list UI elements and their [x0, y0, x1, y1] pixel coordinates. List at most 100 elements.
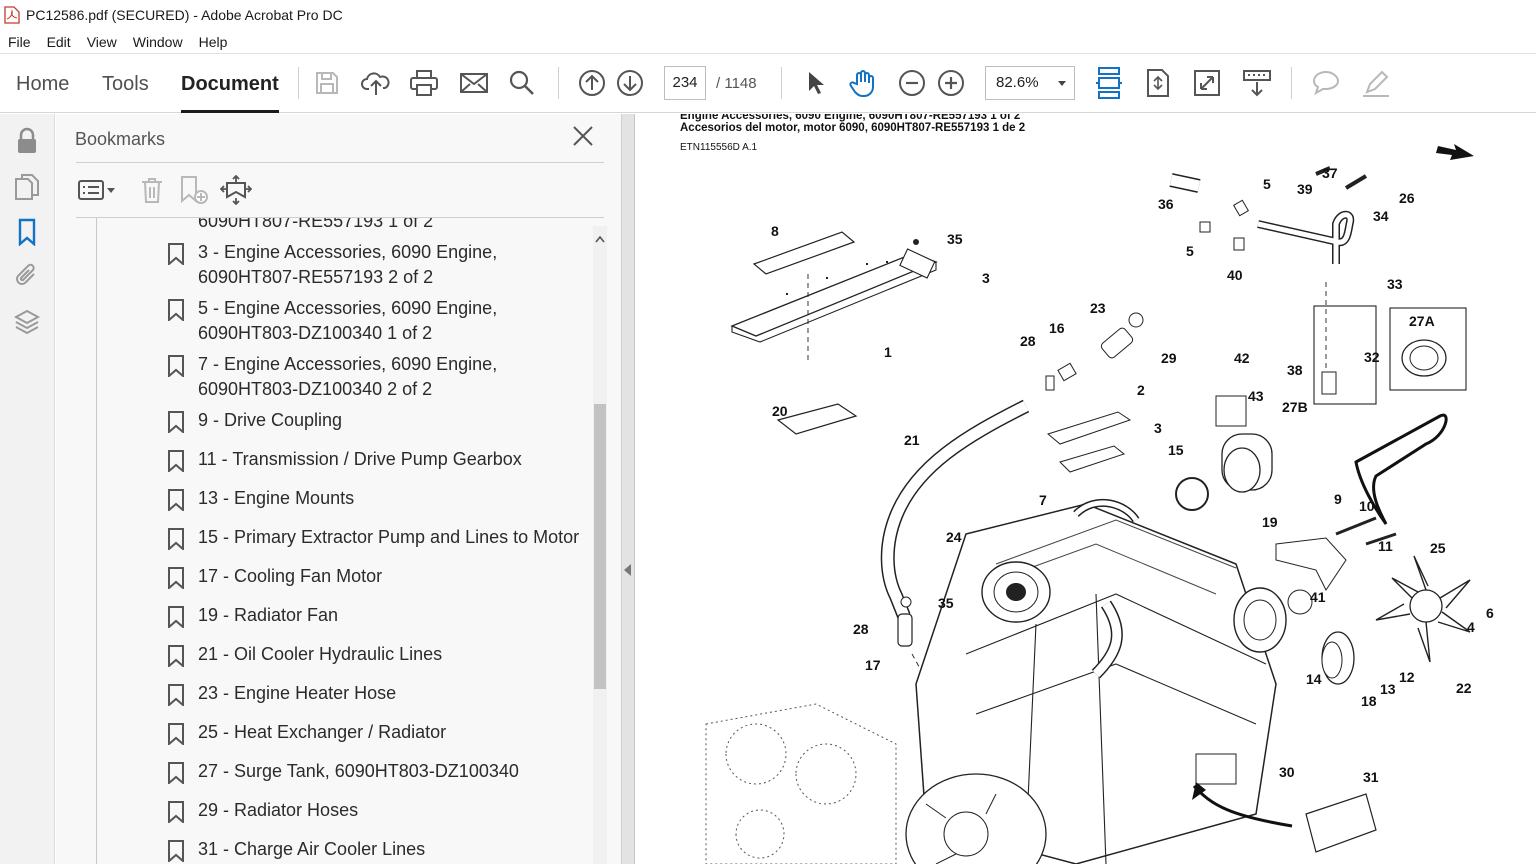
- bookmarks-icon[interactable]: [12, 217, 42, 247]
- bookmark-list: 6090HT807-RE557193 1 of 2 3 - Engine Acc…: [76, 218, 592, 864]
- comment-icon[interactable]: [1309, 66, 1343, 100]
- callout-number: 43: [1248, 388, 1264, 404]
- close-icon[interactable]: [571, 124, 595, 148]
- bookmark-label: 5 - Engine Accessories, 6090 Engine, 609…: [198, 298, 498, 343]
- highlight-pen-icon[interactable]: [1359, 66, 1393, 100]
- main-toolbar: Home Tools Document 234 / 1148 82.6%: [0, 55, 1536, 113]
- collapse-panel-icon[interactable]: [624, 564, 631, 576]
- scroll-mode-icon[interactable]: [1092, 66, 1126, 100]
- page-number-input[interactable]: 234: [664, 66, 706, 100]
- toolbar-divider: [1291, 67, 1292, 99]
- toolbar-divider: [558, 67, 559, 99]
- callout-number: 33: [1387, 276, 1403, 292]
- delete-bookmark-icon[interactable]: [140, 174, 164, 206]
- bookmark-icon: [167, 450, 185, 474]
- zoom-in-icon[interactable]: [934, 66, 968, 100]
- callout-number: 23: [1090, 300, 1106, 316]
- window-title: PC12586.pdf (SECURED) - Adobe Acrobat Pr…: [26, 7, 343, 23]
- callout-number: 26: [1399, 190, 1415, 206]
- pdf-file-icon: [4, 6, 20, 24]
- callout-number: 27A: [1409, 313, 1435, 329]
- search-icon[interactable]: [505, 66, 539, 100]
- chevron-down-icon: [1058, 81, 1066, 86]
- callout-number: 36: [1158, 196, 1174, 212]
- callout-number: 11: [1378, 538, 1393, 554]
- layers-icon[interactable]: [12, 307, 42, 337]
- direction-arrow-icon: [1436, 144, 1474, 160]
- bookmark-icon: [167, 299, 185, 323]
- print-icon[interactable]: [407, 66, 441, 100]
- menu-file[interactable]: File: [0, 34, 39, 50]
- pages-icon[interactable]: [12, 172, 42, 202]
- callout-number: 15: [1168, 442, 1184, 458]
- bookmark-icon: [167, 801, 185, 825]
- bookmark-label: 3 - Engine Accessories, 6090 Engine, 609…: [198, 242, 498, 287]
- bookmark-icon: [167, 355, 185, 379]
- bookmark-label: 13 - Engine Mounts: [198, 488, 355, 508]
- menu-view[interactable]: View: [79, 34, 125, 50]
- zoom-level-select[interactable]: 82.6%: [985, 66, 1075, 100]
- callout-number: 35: [947, 231, 963, 247]
- bookmark-icon: [167, 684, 185, 708]
- callout-number: 40: [1227, 267, 1243, 283]
- callout-number: 39: [1297, 181, 1313, 197]
- callout-number: 27B: [1282, 399, 1308, 415]
- bookmark-label: 7 - Engine Accessories, 6090 Engine, 609…: [198, 354, 498, 399]
- lock-icon[interactable]: [12, 126, 42, 156]
- zoom-value: 82.6%: [996, 74, 1039, 91]
- panel-title: Bookmarks: [75, 129, 166, 149]
- callout-number: 34: [1373, 208, 1389, 224]
- bookmark-icon: [167, 840, 185, 864]
- scroll-thumb[interactable]: [594, 404, 606, 689]
- tab-document[interactable]: Document: [181, 73, 279, 113]
- new-bookmark-icon[interactable]: [179, 174, 209, 206]
- menu-help[interactable]: Help: [191, 34, 236, 50]
- callout-number: 16: [1049, 320, 1065, 336]
- upload-cloud-icon[interactable]: [359, 66, 393, 100]
- save-icon[interactable]: [310, 66, 344, 100]
- full-screen-icon[interactable]: [1190, 66, 1224, 100]
- exploded-parts-diagram: 8 353120365 39373426540332328162923424327B…: [705, 144, 1494, 864]
- tab-home[interactable]: Home: [16, 73, 69, 113]
- previous-page-icon[interactable]: [575, 66, 609, 100]
- bookmark-label: 31 - Charge Air Cooler Lines: [198, 839, 426, 859]
- callout-number: 9: [1334, 491, 1342, 507]
- page-total: / 1148: [716, 75, 757, 92]
- hand-tool-icon[interactable]: [846, 66, 880, 100]
- tab-tools[interactable]: Tools: [102, 73, 149, 113]
- scroll-up-icon[interactable]: [595, 230, 605, 243]
- menu-edit[interactable]: Edit: [39, 34, 79, 50]
- read-mode-icon[interactable]: [1240, 66, 1274, 100]
- callout-number: 19: [1262, 514, 1278, 530]
- toolbar-divider: [781, 67, 782, 99]
- bookmark-label: 27 - Surge Tank, 6090HT803-DZ100340: [198, 761, 519, 781]
- bookmark-icon: [167, 723, 185, 747]
- fit-page-icon[interactable]: [1141, 66, 1175, 100]
- document-view[interactable]: Engine Accessories, 6090 Engine, 6090HT8…: [636, 114, 1536, 864]
- callout-number: 5: [1186, 243, 1194, 259]
- attachments-icon[interactable]: [12, 261, 42, 291]
- next-page-icon[interactable]: [613, 66, 647, 100]
- email-icon[interactable]: [457, 66, 491, 100]
- callout-number: 6: [1486, 605, 1494, 621]
- divider: [76, 162, 604, 163]
- options-menu-icon[interactable]: [78, 174, 116, 206]
- expand-bookmark-icon[interactable]: [220, 174, 252, 206]
- bookmark-icon: [167, 411, 185, 435]
- bookmark-label: 17 - Cooling Fan Motor: [198, 566, 383, 586]
- menu-window[interactable]: Window: [125, 34, 191, 50]
- bookmark-label: 6090HT807-RE557193 1 of 2: [198, 218, 434, 231]
- bookmark-scrollbar[interactable]: [593, 226, 607, 864]
- bookmark-icon: [167, 243, 185, 267]
- callout-number: 7: [1039, 492, 1047, 508]
- navigation-rail: [0, 114, 55, 864]
- callout-number: 32: [1364, 349, 1380, 365]
- zoom-out-icon[interactable]: [895, 66, 929, 100]
- callout-number: 21: [904, 432, 920, 448]
- callout-number: 8: [771, 223, 779, 239]
- select-cursor-icon[interactable]: [798, 66, 832, 100]
- panel-splitter[interactable]: [621, 114, 635, 864]
- bookmark-label: 11 - Transmission / Drive Pump Gearbox: [198, 449, 522, 469]
- callout-number: 13: [1380, 681, 1396, 697]
- engine-assembly: [905, 499, 1313, 864]
